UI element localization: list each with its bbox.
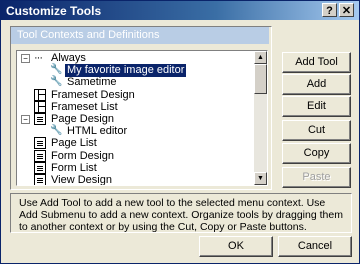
cancel-button[interactable]: Cancel xyxy=(278,236,352,257)
tree-item[interactable]: Form Design xyxy=(17,149,255,163)
tool-tree[interactable]: − ··· Always 🔧 My favorite image editor 🔧 Same… xyxy=(16,50,268,186)
wrench-icon: 🔧 xyxy=(50,64,63,76)
window-title: Customize Tools xyxy=(6,4,102,18)
close-button[interactable]: ✕ xyxy=(339,3,354,17)
tree-item[interactable]: 🔧 Sametime xyxy=(17,76,255,89)
collapse-icon[interactable]: − xyxy=(21,115,30,124)
tree-item-label: Form Design xyxy=(51,149,114,162)
tree-item-label: Frameset Design xyxy=(51,88,135,101)
tree-item-label: Page List xyxy=(51,137,97,150)
wrench-icon: 🔧 xyxy=(50,76,63,88)
tree-item[interactable]: Frameset Design xyxy=(17,88,255,102)
page-icon xyxy=(34,113,46,125)
description-text: Use Add Tool to add a new tool to the se… xyxy=(19,197,343,233)
frameset-icon xyxy=(34,100,46,113)
scroll-down-icon[interactable]: ▼ xyxy=(254,172,267,185)
tree-item-label: Sametime xyxy=(67,76,117,89)
page-icon xyxy=(34,137,46,150)
dots-icon: ··· xyxy=(34,52,43,64)
tree-items: − ··· Always 🔧 My favorite image editor 🔧 Same… xyxy=(17,51,255,185)
scroll-thumb[interactable] xyxy=(254,64,267,94)
tree-item-label: Frameset List xyxy=(51,100,118,113)
frameset-icon xyxy=(34,88,46,101)
tree-item[interactable]: View Design xyxy=(17,174,255,185)
tree-item[interactable]: 🔧 HTML editor xyxy=(17,125,255,138)
add-tool-button[interactable]: Add Tool xyxy=(282,52,351,73)
tree-item-label: Form List xyxy=(51,161,97,174)
form-icon xyxy=(34,149,46,162)
copy-button[interactable]: Copy xyxy=(282,143,351,164)
group-header-label: Tool Contexts and Definitions xyxy=(17,29,160,41)
tree-scrollbar[interactable]: ▲ ▼ xyxy=(254,51,267,185)
tree-item-label: My favorite image editor xyxy=(65,64,187,78)
add-submenu-button[interactable]: Add Submenu xyxy=(282,74,351,109)
form-icon xyxy=(34,174,46,185)
customize-tools-dialog: Customize Tools ? ✕ Tool Contexts and De… xyxy=(0,0,360,264)
tree-item[interactable]: Page List xyxy=(17,137,255,150)
tree-item[interactable]: Form List xyxy=(17,161,255,175)
cut-button[interactable]: Cut xyxy=(282,120,351,141)
help-button[interactable]: ? xyxy=(322,3,337,17)
tree-item-label: HTML editor xyxy=(67,125,128,138)
ok-button[interactable]: OK xyxy=(199,236,273,257)
form-icon xyxy=(34,161,46,174)
tree-item-label: View Design xyxy=(51,174,112,185)
paste-button[interactable]: Paste xyxy=(282,167,351,188)
title-bar[interactable]: Customize Tools ? ✕ xyxy=(1,1,359,20)
group-header: Tool Contexts and Definitions xyxy=(11,27,269,44)
collapse-icon[interactable]: − xyxy=(21,54,30,63)
tree-item[interactable]: Frameset List xyxy=(17,100,255,114)
edit-button[interactable]: Edit xyxy=(282,96,351,117)
scroll-up-icon[interactable]: ▲ xyxy=(254,51,267,64)
wrench-icon: 🔧 xyxy=(50,125,63,137)
